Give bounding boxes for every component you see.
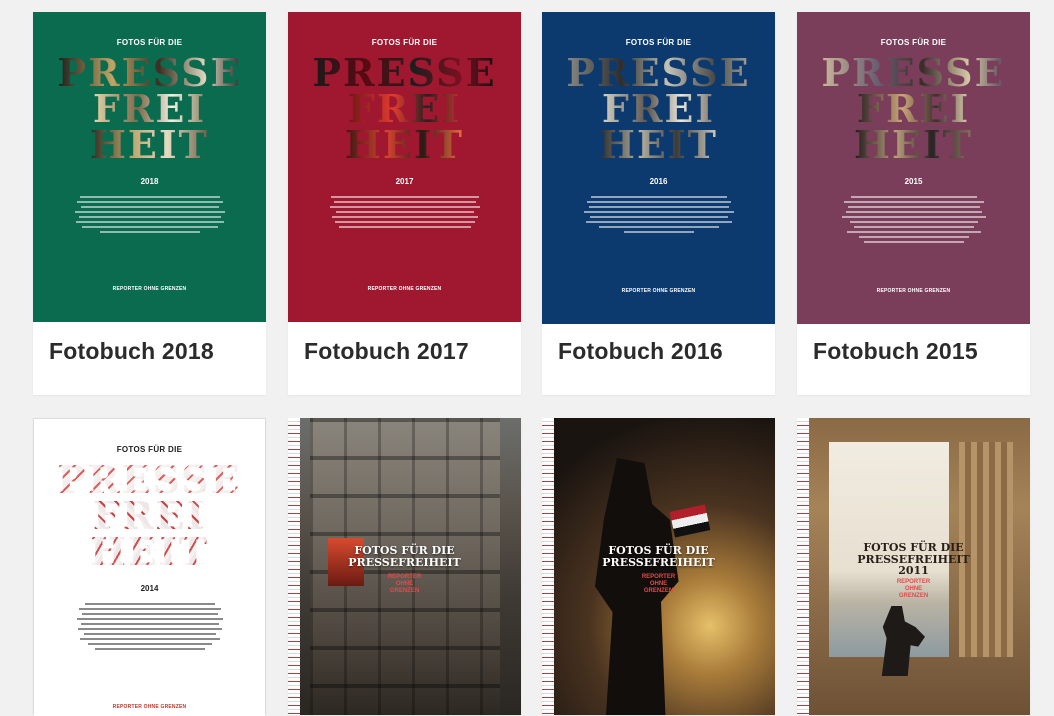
book-cover-2014[interactable]: FOTOS FÜR DIE PRESSE FREI HEIT 2014 REPO… [34, 419, 265, 716]
cover-publisher: REPORTER OHNE GRENZEN [367, 286, 442, 292]
cover-publisher-line: REPORTER [641, 574, 676, 580]
book-card-photo-building[interactable]: FOTOS FÜR DIE PRESSEFREIHEIT REPORTER OH… [288, 418, 521, 715]
cover-photographer-names [839, 196, 989, 244]
book-cover-2018[interactable]: FOTOS FÜR DIE PRESSE FREI HEIT 2018 REPO… [33, 12, 266, 322]
cover-publisher: REPORTER OHNE GRENZEN [621, 288, 696, 294]
cover-top-text: FOTOS FÜR DIE [116, 38, 183, 47]
cover-photographer-names [75, 603, 225, 651]
book-card-2016[interactable]: FOTOS FÜR DIE PRESSE FREI HEIT 2016 REPO… [542, 12, 775, 395]
cover-publisher: REPORTER OHNE GRENZEN [112, 704, 187, 710]
cover-title-line: HEIT [854, 122, 973, 168]
cover-top-text: FOTOS FÜR DIE [371, 38, 438, 47]
cover-publisher: REPORTER OHNE GRENZEN [112, 286, 187, 292]
cover-publisher-line: REPORTER [896, 579, 931, 585]
cover-publisher: REPORTER OHNE GRENZEN [876, 288, 951, 294]
cover-title: FOTOS FÜR DIE PRESSEFREIHEIT [288, 545, 521, 568]
cover-photographer-names [74, 196, 225, 234]
cover-publisher-line: OHNE [395, 580, 414, 587]
cover-title-line: FOTOS FÜR DIE [608, 544, 709, 557]
cover-publisher: REPORTER OHNE GRENZEN [797, 579, 1030, 600]
book-card-2017[interactable]: FOTOS FÜR DIE PRESSE FREI HEIT 2017 REPO… [288, 12, 521, 395]
book-card-2018[interactable]: FOTOS FÜR DIE PRESSE FREI HEIT 2018 REPO… [33, 12, 266, 395]
book-cover-photo-protest[interactable]: FOTOS FÜR DIE PRESSEFREIHEIT REPORTER OH… [542, 418, 775, 715]
cover-title-line: HEIT [90, 122, 209, 168]
book-cover-2017[interactable]: FOTOS FÜR DIE PRESSE FREI HEIT 2017 REPO… [288, 12, 521, 322]
book-card-photo-protest[interactable]: FOTOS FÜR DIE PRESSEFREIHEIT REPORTER OH… [542, 418, 775, 715]
cover-top-text: FOTOS FÜR DIE [116, 445, 183, 454]
cover-year: 2018 [140, 177, 159, 187]
book-title[interactable]: Fotobuch 2015 [813, 338, 978, 365]
cover-publisher: REPORTER OHNE GRENZEN [542, 574, 775, 595]
cover-title-line: HEIT [345, 122, 464, 168]
book-cover-2011[interactable]: FOTOS FÜR DIE PRESSEFREIHEIT 2011 REPORT… [797, 418, 1030, 715]
cover-title: FOTOS FÜR DIE PRESSEFREIHEIT 2011 [797, 542, 1030, 577]
cover-title-line: FOTOS FÜR DIE [863, 541, 964, 554]
cover-publisher: REPORTER OHNE GRENZEN [288, 574, 521, 595]
book-card-2014[interactable]: FOTOS FÜR DIE PRESSE FREI HEIT 2014 REPO… [33, 418, 266, 716]
cover-title-line: PRESSEFREIHEIT [348, 555, 461, 569]
cover-title-line: FOTOS FÜR DIE [354, 544, 455, 557]
book-cover-2016[interactable]: FOTOS FÜR DIE PRESSE FREI HEIT 2016 REPO… [542, 12, 775, 324]
cover-publisher-line: OHNE [904, 585, 923, 592]
book-cover-photo-building[interactable]: FOTOS FÜR DIE PRESSEFREIHEIT REPORTER OH… [288, 418, 521, 715]
cover-year: 2015 [904, 177, 923, 187]
cover-top-text: FOTOS FÜR DIE [880, 38, 947, 47]
cover-publisher-line: OHNE [649, 580, 668, 587]
cover-year: 2016 [649, 177, 668, 187]
book-title[interactable]: Fotobuch 2018 [49, 338, 214, 365]
book-card-2015[interactable]: FOTOS FÜR DIE PRESSE FREI HEIT 2015 REPO… [797, 12, 1030, 395]
flag [669, 504, 711, 538]
book-title[interactable]: Fotobuch 2017 [304, 338, 469, 365]
book-card-2011[interactable]: FOTOS FÜR DIE PRESSEFREIHEIT 2011 REPORT… [797, 418, 1030, 715]
cover-publisher-line: GRENZEN [643, 587, 674, 594]
cover-title-line: HEIT [90, 529, 209, 575]
book-cover-2015[interactable]: FOTOS FÜR DIE PRESSE FREI HEIT 2015 REPO… [797, 12, 1030, 324]
cover-publisher-line: GRENZEN [898, 592, 929, 599]
cover-publisher-line: GRENZEN [389, 587, 420, 594]
cover-year: 2017 [395, 177, 414, 187]
cover-publisher-line: REPORTER [387, 574, 422, 580]
cover-title-line: PRESSEFREIHEIT [602, 555, 715, 569]
cover-photographer-names [329, 196, 480, 229]
cover-top-text: FOTOS FÜR DIE [625, 38, 692, 47]
cover-title-line: HEIT [599, 122, 718, 168]
cover-year: 2014 [140, 584, 159, 594]
cover-title: FOTOS FÜR DIE PRESSEFREIHEIT [542, 545, 775, 568]
book-title[interactable]: Fotobuch 2016 [558, 338, 723, 365]
cover-photographer-names [583, 196, 734, 234]
cover-title-line: 2011 [898, 564, 929, 578]
